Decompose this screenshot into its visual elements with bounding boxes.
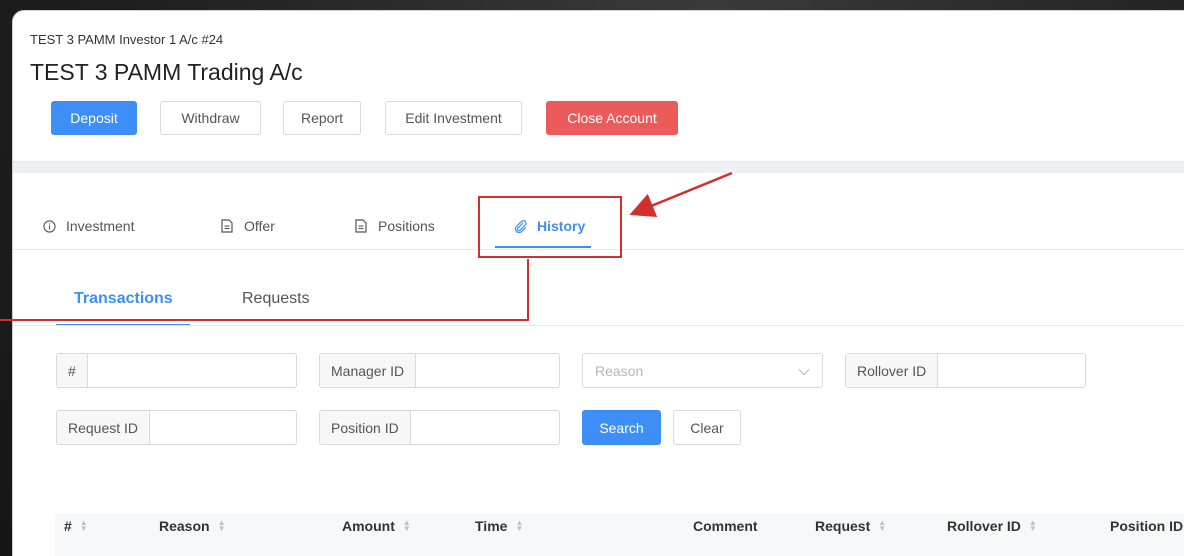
search-button[interactable]: Search [582,410,661,445]
subtab-transactions[interactable]: Transactions [74,290,173,308]
column-comment[interactable]: Comment [693,518,758,534]
clear-button[interactable]: Clear [673,410,741,445]
column-reason-label: Reason [159,518,210,534]
sort-icon[interactable]: ▲ ▼ [515,519,523,533]
column-position-id-label: Position ID [1110,518,1184,534]
document-icon [354,219,368,233]
sort-icon[interactable]: ▲ ▼ [218,519,226,533]
column-rollover-id[interactable]: Rollover ID ▲ ▼ [947,518,1037,534]
reason-select-placeholder: Reason [595,362,644,379]
request-id-input[interactable] [150,411,296,444]
withdraw-button[interactable]: Withdraw [160,101,261,135]
info-circle-icon [42,219,56,233]
column-number-label: # [64,518,72,534]
column-request-label: Request [815,518,871,534]
sort-icon[interactable]: ▲ ▼ [403,519,411,533]
reason-select[interactable]: Reason [582,353,823,388]
edit-investment-button[interactable]: Edit Investment [385,101,522,135]
tab-offer-label: Offer [244,218,275,234]
position-id-filter: Position ID [319,410,560,445]
account-header: TEST 3 PAMM Investor 1 A/c #24 TEST 3 PA… [13,11,1184,161]
manager-id-label: Manager ID [320,354,417,387]
column-position-id[interactable]: Position ID [1110,518,1183,534]
account-title: TEST 3 PAMM Trading A/c [30,59,303,85]
close-account-button[interactable]: Close Account [546,101,678,135]
tab-positions-label: Positions [378,218,435,234]
column-number[interactable]: # ▲ ▼ [64,518,88,534]
request-id-filter: Request ID [56,410,297,445]
column-comment-label: Comment [693,518,758,534]
column-amount-label: Amount [342,518,395,534]
subtab-requests[interactable]: Requests [242,290,310,308]
chevron-down-icon [798,363,810,379]
rollover-id-input[interactable] [938,354,1085,387]
account-panel: TEST 3 PAMM Investor 1 A/c #24 TEST 3 PA… [12,10,1184,556]
column-time[interactable]: Time ▲ ▼ [475,518,523,534]
column-time-label: Time [475,518,508,534]
tab-offer[interactable]: Offer [220,218,275,234]
manager-id-filter: Manager ID [319,353,560,388]
tab-positions[interactable]: Positions [354,218,435,234]
sort-icon[interactable]: ▲ ▼ [80,519,88,533]
number-filter: # [56,353,297,388]
position-id-label: Position ID [320,411,411,444]
rollover-id-filter: Rollover ID [845,353,1086,388]
report-button[interactable]: Report [283,101,361,135]
account-subtitle: TEST 3 PAMM Investor 1 A/c #24 [30,32,224,47]
column-rollover-id-label: Rollover ID [947,518,1021,534]
column-reason[interactable]: Reason ▲ ▼ [159,518,226,534]
sort-icon[interactable]: ▲ ▼ [878,519,886,533]
tab-investment[interactable]: Investment [42,218,134,234]
column-amount[interactable]: Amount ▲ ▼ [342,518,411,534]
document-icon [220,219,234,233]
column-request[interactable]: Request ▲ ▼ [815,518,886,534]
manager-id-input[interactable] [416,354,559,387]
number-filter-label: # [57,354,88,387]
sort-icon[interactable]: ▲ ▼ [1029,519,1037,533]
position-id-input[interactable] [410,411,559,444]
deposit-button[interactable]: Deposit [51,101,137,135]
tab-investment-label: Investment [66,218,135,234]
request-id-label: Request ID [57,411,151,444]
rollover-id-label: Rollover ID [846,354,939,387]
section-divider [13,161,1184,173]
number-input[interactable] [87,354,296,387]
highlight-box [478,196,622,258]
sub-tabs-divider [13,325,1184,326]
